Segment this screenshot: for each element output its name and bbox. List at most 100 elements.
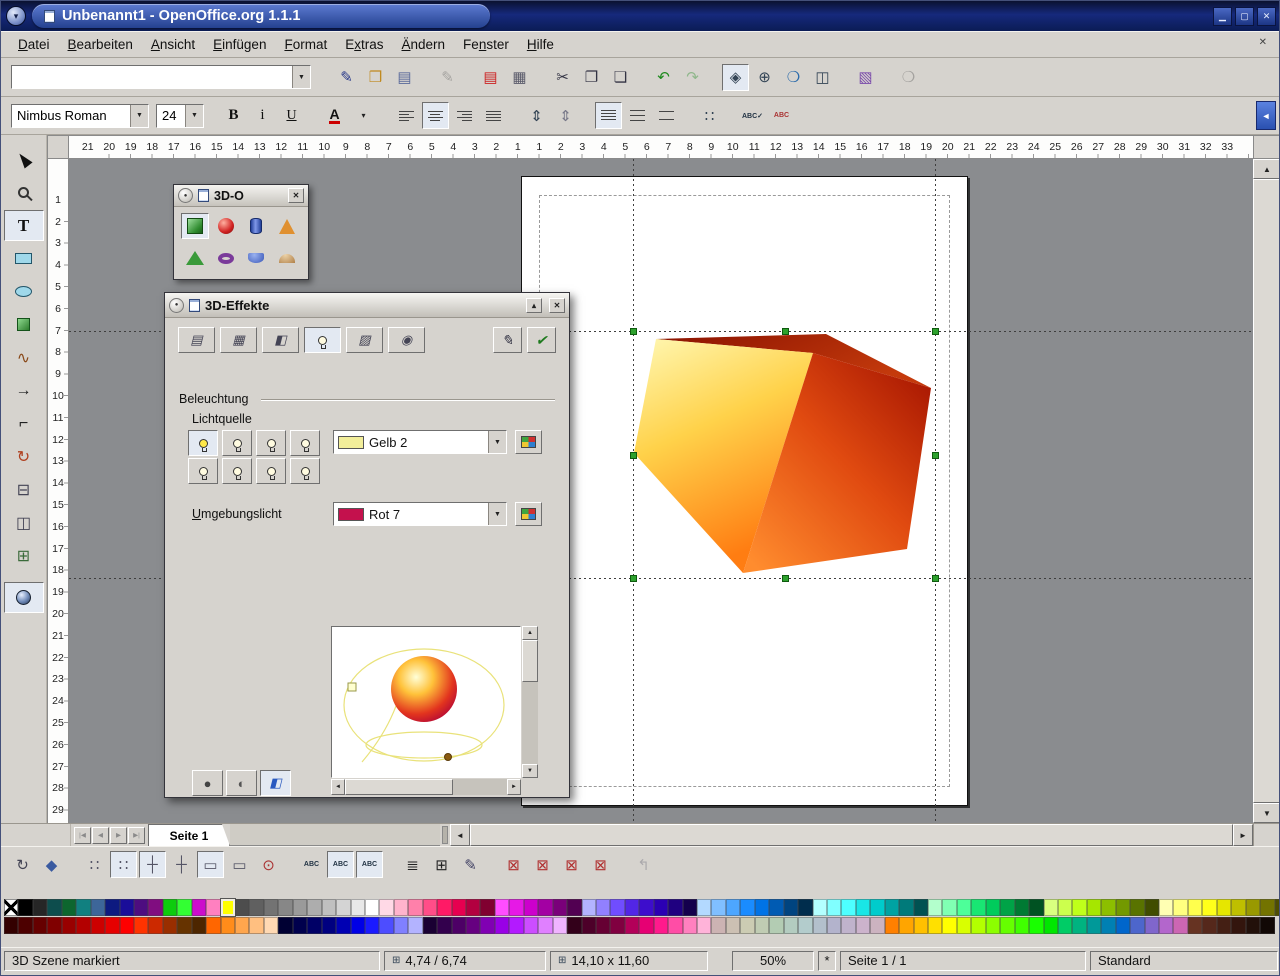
color-swatch[interactable] [466,917,480,934]
selection-handle[interactable] [932,575,939,582]
color-swatch[interactable] [1217,899,1231,916]
snap-grid-button[interactable]: ∷ [110,851,137,878]
color-swatch[interactable] [582,899,596,916]
color-swatch[interactable] [986,917,1000,934]
color-swatch[interactable] [134,917,148,934]
light-source-5[interactable] [188,458,218,484]
toolbar-scroll-left-button[interactable]: ◄ [1256,101,1276,130]
color-swatch[interactable] [769,917,783,934]
tab-illumination[interactable] [304,327,341,353]
preview-vertical-scrollbar[interactable]: ▲ ▼ [522,626,538,778]
color-swatch[interactable] [986,899,1000,916]
color-swatch[interactable] [307,899,321,916]
menu-einfuegen[interactable]: Einfügen [204,34,275,55]
menu-aendern[interactable]: Ändern [393,34,455,55]
previous-page-button[interactable]: ◀ [92,827,109,844]
color-swatch[interactable] [62,899,76,916]
font-name-dropdown-button[interactable]: ▼ [130,105,148,127]
color-swatch[interactable] [668,917,682,934]
curve-tool[interactable]: ∿ [4,342,44,373]
color-swatch[interactable] [813,899,827,916]
numbering-button[interactable]: ∷ [696,102,723,129]
font-color-button[interactable]: A [321,102,348,129]
menu-bearbeiten[interactable]: Bearbeiten [59,34,142,55]
active-light-marker[interactable] [348,683,356,691]
font-name-combo[interactable]: Nimbus Roman ▼ [11,104,149,128]
select-text-area-button[interactable]: ABC [327,851,354,878]
alignment-tool[interactable]: ⊟ [4,474,44,505]
gallery-button[interactable]: ▧ [852,64,879,91]
color-swatch[interactable] [971,917,985,934]
preview-toggle-button[interactable]: ✎ [493,327,522,353]
color-swatch[interactable] [62,917,76,934]
light-color-picker-button[interactable] [515,430,542,454]
color-swatch[interactable] [1087,899,1101,916]
color-swatch[interactable] [105,917,119,934]
color-swatch[interactable] [1101,899,1115,916]
next-page-button[interactable]: ▶ [110,827,127,844]
color-swatch[interactable] [639,899,653,916]
insert-tool[interactable]: ⊞ [4,540,44,571]
color-swatch[interactable] [885,899,899,916]
color-swatch[interactable] [466,899,480,916]
scroll-up-button[interactable]: ▲ [522,626,538,640]
color-swatch[interactable] [1101,917,1115,934]
scroll-right-button[interactable]: ► [507,779,521,795]
edit-file-button[interactable]: ✎ [333,64,360,91]
hyperlink-button[interactable]: ❍ [780,64,807,91]
ambient-color-dropdown-button[interactable]: ▼ [488,503,506,525]
color-swatch[interactable] [249,899,263,916]
color-swatch[interactable] [1015,917,1029,934]
color-swatch[interactable] [1058,899,1072,916]
align-left-button[interactable] [393,102,420,129]
redo-button[interactable]: ↷ [679,64,706,91]
ambient-color-combo[interactable]: Rot 7 ▼ [333,502,507,526]
color-swatch[interactable] [625,917,639,934]
color-swatch[interactable] [711,899,725,916]
tab-shading[interactable]: ◧ [262,327,299,353]
color-swatch[interactable] [1058,917,1072,934]
color-swatch[interactable] [1231,899,1245,916]
snap-points-button[interactable]: ⊙ [255,851,282,878]
3d-halfsphere-item[interactable] [273,245,301,271]
preview-wireframe-button[interactable]: ● [192,770,223,796]
edit-doc-button[interactable]: ✎ [434,64,461,91]
light-color-combo[interactable]: Gelb 2 ▼ [333,430,507,454]
selection-handle[interactable] [630,328,637,335]
scroll-down-button[interactable]: ▼ [1253,803,1280,823]
color-swatch[interactable] [813,917,827,934]
color-swatch[interactable] [91,899,105,916]
color-swatch[interactable] [1260,917,1274,934]
color-swatch[interactable] [740,899,754,916]
3d-cylinder-item[interactable] [242,213,270,239]
color-swatch[interactable] [1159,899,1173,916]
close-button[interactable]: ✕ [1257,7,1276,26]
show-grid-button[interactable]: ∷ [81,851,108,878]
color-swatch[interactable] [235,899,249,916]
color-swatch[interactable] [148,917,162,934]
color-swatch[interactable] [1072,917,1086,934]
scroll-thumb[interactable] [522,640,538,682]
color-swatch[interactable] [553,899,567,916]
last-page-button[interactable]: ▶| [128,827,145,844]
3d-cone-item[interactable] [273,213,301,239]
color-swatch[interactable] [711,917,725,934]
color-swatch[interactable] [610,917,624,934]
color-swatch[interactable] [1015,899,1029,916]
color-swatch[interactable] [177,917,191,934]
color-swatch[interactable] [870,899,884,916]
connector-tool[interactable]: ⌐ [4,408,44,439]
color-swatch[interactable] [697,899,711,916]
color-swatch[interactable] [870,917,884,934]
color-swatch[interactable] [683,899,697,916]
color-swatch[interactable] [827,917,841,934]
print-button[interactable]: ▦ [506,64,533,91]
color-swatch[interactable] [1145,899,1159,916]
horizontal-scroll-thumb[interactable] [470,824,1233,846]
color-swatch[interactable] [524,899,538,916]
color-swatch[interactable] [1173,899,1187,916]
color-swatch[interactable] [1072,899,1086,916]
color-swatch[interactable] [971,899,985,916]
preview-horizontal-scrollbar[interactable]: ◄ ► [331,779,521,795]
snap-margins-button[interactable]: ▭ [197,851,224,878]
